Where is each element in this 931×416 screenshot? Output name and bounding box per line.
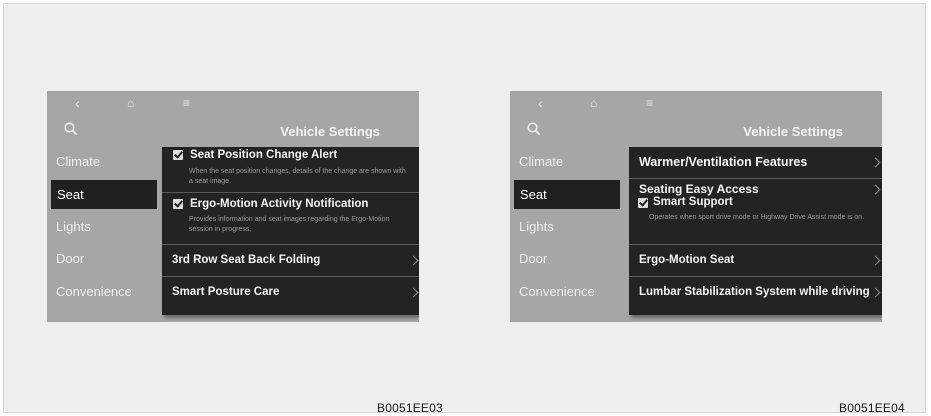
home-icon[interactable]: ⌂ <box>127 96 134 110</box>
sidebar-item-convenience[interactable]: Convenience <box>56 284 132 299</box>
menu-icon[interactable]: ≡ <box>646 96 653 110</box>
back-icon[interactable]: ‹ <box>75 96 80 110</box>
chevron-right-icon <box>870 184 881 195</box>
figure-caption: B0051EE03 <box>377 401 443 415</box>
sidebar-item-climate[interactable]: Climate <box>519 154 563 169</box>
sidebar-item-convenience[interactable]: Convenience <box>519 284 595 299</box>
page-title: Vehicle Settings <box>280 124 380 139</box>
checkbox-ergo-motion-notification[interactable] <box>173 199 183 209</box>
checkbox-seat-position-alert[interactable] <box>173 150 183 160</box>
list-item[interactable]: Ergo-Motion Activity Notification Provid… <box>162 192 419 245</box>
sidebar-item-climate[interactable]: Climate <box>56 154 100 169</box>
list-item-label: 3rd Row Seat Back Folding <box>172 254 321 266</box>
seat-settings-panel: Seat Position Change Alert When the seat… <box>162 147 419 315</box>
list-item[interactable]: Ergo-Motion Seat <box>629 244 882 277</box>
chevron-right-icon <box>870 287 881 298</box>
list-item-description: When the seat position changes, details … <box>189 168 406 185</box>
list-item[interactable]: Seat Position Change Alert When the seat… <box>162 147 419 192</box>
list-item[interactable]: Seating Easy Access Smart Support Operat… <box>629 178 882 245</box>
home-icon[interactable]: ⌂ <box>590 96 597 110</box>
list-item[interactable]: Lumbar Stabilization System while drivin… <box>629 276 882 309</box>
search-icon[interactable] <box>526 121 542 137</box>
search-icon[interactable] <box>63 121 79 137</box>
sidebar-item-seat[interactable]: Seat <box>51 180 157 209</box>
chevron-right-icon <box>870 157 881 168</box>
right-screen: ‹ ⌂ ≡ Vehicle Settings Climate Seat Ligh… <box>510 91 882 322</box>
list-item-label: Ergo-Motion Seat <box>639 254 735 266</box>
figure-caption: B0051EE04 <box>839 401 905 415</box>
list-item-description: Operates when sport drive mode or Highwa… <box>649 214 865 221</box>
list-item-label: Warmer/Ventilation Features <box>639 155 808 169</box>
seat-settings-panel: Warmer/Ventilation Features Seating Easy… <box>629 147 882 315</box>
list-item-label: Seating Easy Access <box>639 182 759 196</box>
sidebar-item-lights[interactable]: Lights <box>56 219 91 234</box>
list-item[interactable]: Smart Posture Care <box>162 276 419 309</box>
chevron-right-icon <box>408 287 419 298</box>
list-item[interactable]: Warmer/Ventilation Features <box>629 147 882 178</box>
sidebar-item-door[interactable]: Door <box>56 251 84 266</box>
sidebar-item-lights[interactable]: Lights <box>519 219 554 234</box>
page-title: Vehicle Settings <box>743 124 843 139</box>
back-icon[interactable]: ‹ <box>538 96 543 110</box>
list-item-label: Seat Position Change Alert <box>190 149 338 161</box>
list-item[interactable]: 3rd Row Seat Back Folding <box>162 244 419 277</box>
list-item-label: Lumbar Stabilization System while drivin… <box>639 286 870 298</box>
chevron-right-icon <box>408 255 419 266</box>
list-item-label: Ergo-Motion Activity Notification <box>190 198 369 210</box>
chevron-right-icon <box>870 255 881 266</box>
sidebar-item-seat[interactable]: Seat <box>514 180 620 209</box>
list-item-sub-label: Smart Support <box>653 196 733 208</box>
menu-icon[interactable]: ≡ <box>183 96 190 110</box>
list-item-description: Provides information and seat images reg… <box>189 216 390 233</box>
sidebar-item-door[interactable]: Door <box>519 251 547 266</box>
left-screen: ‹ ⌂ ≡ Vehicle Settings Climate Seat Ligh… <box>47 91 419 322</box>
checkbox-smart-support[interactable] <box>638 198 648 208</box>
list-item-label: Smart Posture Care <box>172 286 280 298</box>
